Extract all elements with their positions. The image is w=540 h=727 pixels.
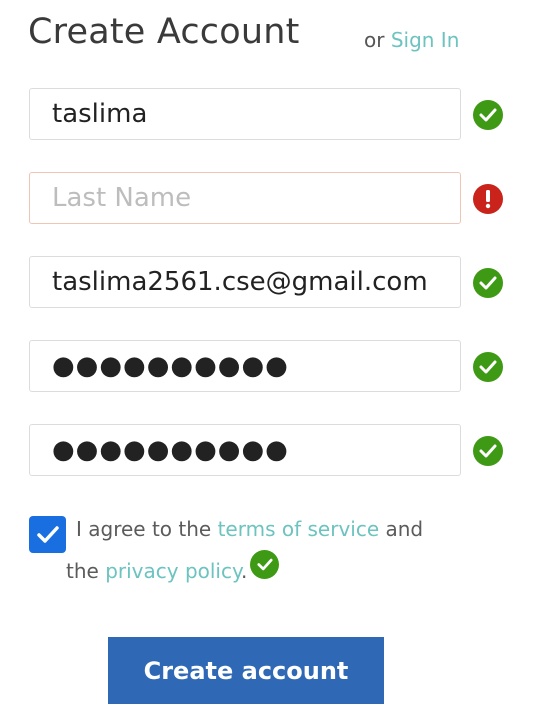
checkmark-icon [36,525,59,543]
agreement-line-1: I agree to the terms of service and [76,517,423,541]
agreement-text: the [66,559,106,583]
create-account-button[interactable]: Create account [108,637,384,704]
last-name-input[interactable] [29,172,461,224]
check-circle-icon [250,550,279,579]
signin-link[interactable]: Sign In [391,28,460,52]
check-circle-icon [473,100,503,130]
check-circle-icon [473,268,503,298]
email-input[interactable] [29,256,461,308]
password-input[interactable] [29,340,461,392]
first-name-input[interactable] [29,88,461,140]
privacy-policy-link[interactable]: privacy policy [105,559,241,583]
or-text: or [364,28,385,52]
agreement-text: and [379,517,424,541]
agreement-text: . [240,559,248,583]
agreement-text: I agree to the [76,517,218,541]
create-account-form: Create Account or Sign In I agree to the… [0,0,540,727]
confirm-password-input[interactable] [29,424,461,476]
check-circle-icon [473,352,503,382]
terms-of-service-link[interactable]: terms of service [218,517,380,541]
page-title: Create Account [28,12,300,52]
agreement-line-2: the privacy policy. [66,559,247,583]
agree-checkbox[interactable] [29,516,66,553]
exclamation-circle-icon [473,184,503,214]
signin-prompt: or Sign In [364,28,459,52]
check-circle-icon [473,436,503,466]
